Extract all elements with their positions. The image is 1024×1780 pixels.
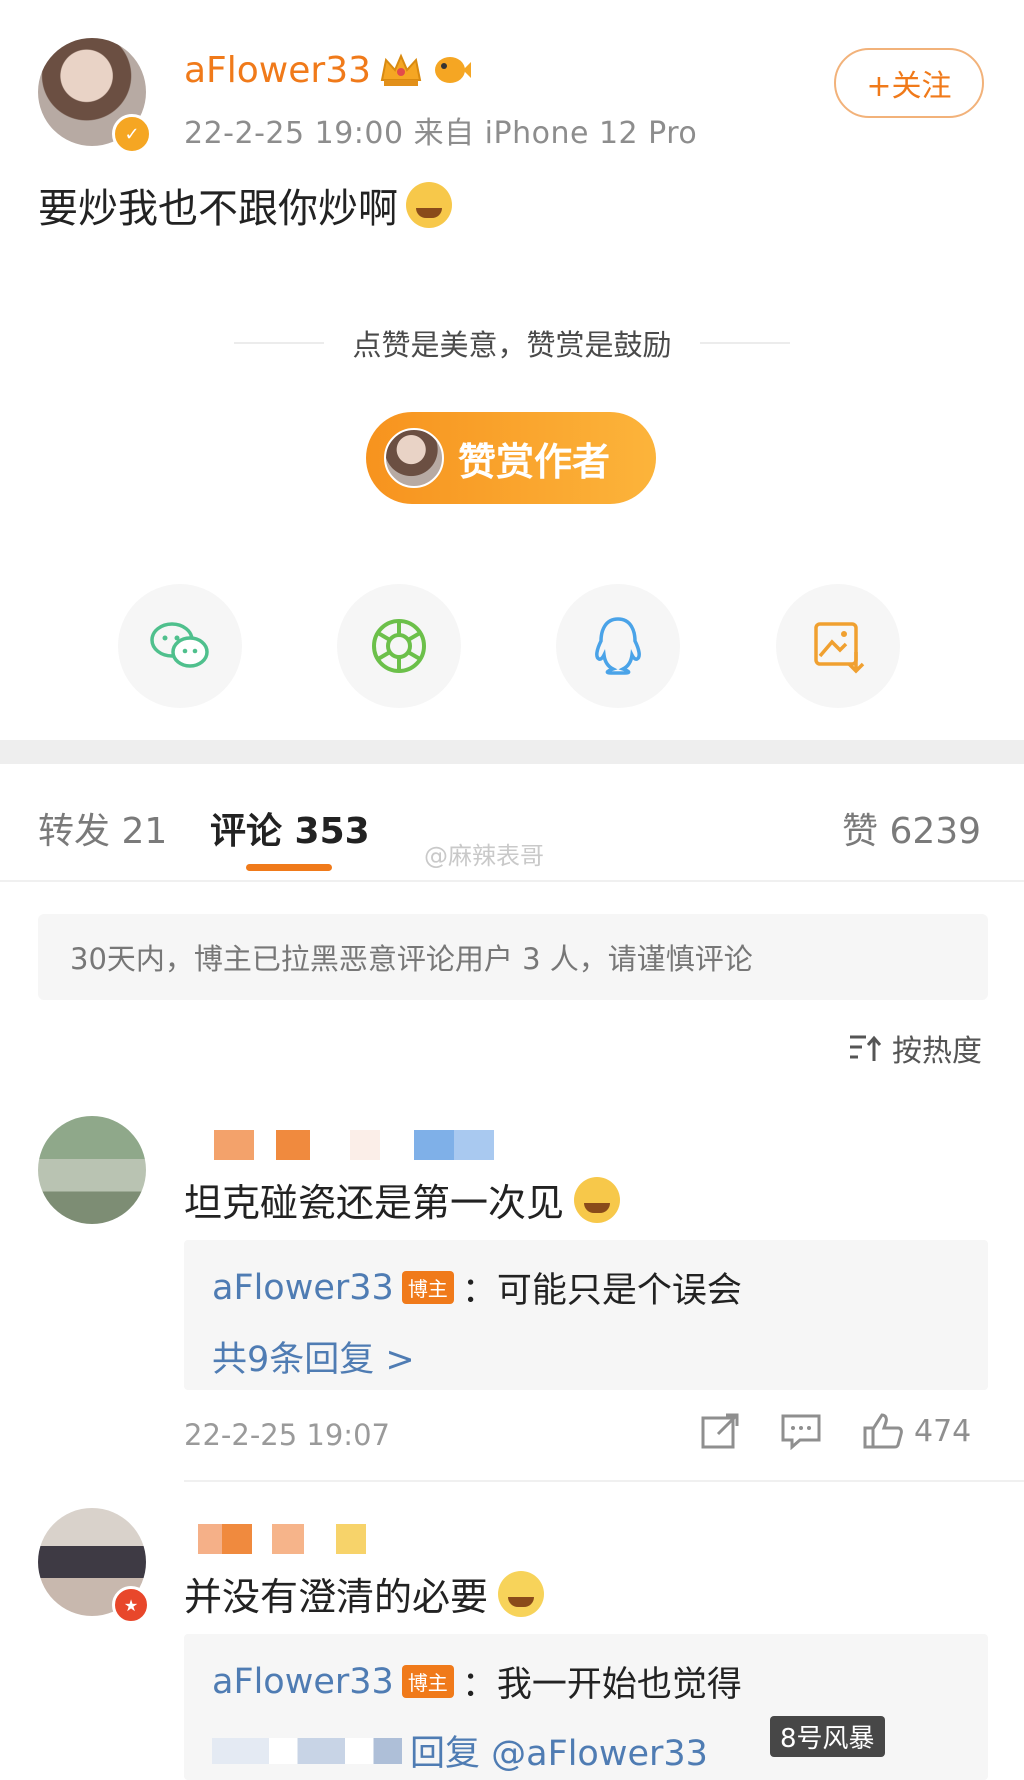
reply-username[interactable]: aFlower33 [212,1662,394,1702]
reply-line: aFlower33 博主 ：我一开始也觉得 [212,1634,988,1707]
section-divider [0,740,1024,764]
share-wechat-button[interactable] [118,584,242,708]
like-count: 474 [914,1413,972,1449]
active-tab-indicator [246,864,332,871]
blocked-users-notice: 30天内，博主已拉黑恶意评论用户 3 人，请谨慎评论 [38,914,988,1000]
reply-preview-box[interactable]: aFlower33 博主 ：可能只是个误会 共9条回复 > [184,1240,988,1390]
share-qq-button[interactable] [556,584,680,708]
follow-button[interactable]: +关注 [834,48,984,118]
tab-likes[interactable]: 赞 6239 [842,802,981,854]
share-icon[interactable] [700,1412,740,1450]
divider [234,342,325,344]
thumbs-up-icon [863,1413,903,1449]
comment-text: 并没有澄清的必要 [184,1575,489,1619]
author-username[interactable]: aFlower33 [184,50,371,91]
reply-comment-icon[interactable] [780,1412,822,1450]
comment-body: 坦克碰瓷还是第一次见 [184,1172,621,1227]
reward-tagline-row: 点赞是美意，赞赏是鼓励 [0,322,1024,364]
more-replies-link[interactable]: 共9条回复 > [212,1313,988,1382]
comment-body: 并没有澄清的必要 [184,1566,545,1621]
sort-by-hot-button[interactable]: 按热度 [848,1026,982,1070]
reply-preview-box[interactable]: aFlower33 博主 ：我一开始也觉得 回复 @aFlower33 [184,1634,988,1780]
crown-badge-icon [380,53,422,86]
sort-label: 按热度 [892,1034,982,1069]
weibo-watermark: @麻辣表哥 [424,842,544,870]
reward-author-button[interactable]: 赞赏作者 [366,412,656,504]
reply-line: aFlower33 博主 ：可能只是个误会 [212,1240,988,1313]
sort-icon [850,1035,882,1061]
reply-text: ：我一开始也觉得 [461,1665,742,1705]
post-content: 要炒我也不跟你炒啊 [38,176,452,234]
glasses-emoji-icon [498,1570,545,1617]
commenter-name-redacted[interactable] [198,1524,366,1554]
moments-icon [372,619,426,673]
reply-mention[interactable]: 回复 @aFlower33 [410,1725,708,1776]
tab-comments[interactable]: 评论 353 [210,802,370,854]
reply-username[interactable]: aFlower33 [212,1268,394,1308]
verified-badge-icon: ✓ [112,114,152,154]
comment-text: 坦克碰瓷还是第一次见 [184,1181,565,1225]
qq-icon [595,617,641,675]
reward-tagline: 点赞是美意，赞赏是鼓励 [352,328,672,362]
redacted-text [212,1737,402,1764]
tab-reposts[interactable]: 转发 21 [38,802,167,854]
divider [184,1480,1024,1482]
comment-time: 22-2-25 19:07 [184,1418,390,1452]
like-button[interactable]: 474 [862,1412,971,1450]
wechat-icon [150,622,209,668]
account-watermark: 8号风暴 [770,1716,885,1757]
post-text: 要炒我也不跟你炒啊 [38,186,398,232]
commenter-name-redacted[interactable] [214,1130,494,1160]
save-image-icon [814,622,865,674]
divider [699,342,790,344]
author-mini-avatar [384,428,444,488]
reply-text: ：可能只是个误会 [461,1271,742,1311]
host-tag: 博主 [401,1665,454,1698]
vip-badge-icon: ★ [112,1586,150,1624]
post-meta: 22-2-25 19:00 来自 iPhone 12 Pro [184,116,698,151]
laugh-cry-emoji-icon [406,182,452,228]
fish-badge-icon [435,57,471,83]
comment-actions: 474 [700,1412,971,1450]
commenter-avatar[interactable] [38,1116,146,1224]
save-image-button[interactable] [776,584,900,708]
divider [0,880,1024,882]
blush-emoji-icon [574,1176,621,1223]
host-tag: 博主 [401,1271,454,1304]
share-moments-button[interactable] [337,584,461,708]
reward-button-label: 赞赏作者 [458,439,611,484]
